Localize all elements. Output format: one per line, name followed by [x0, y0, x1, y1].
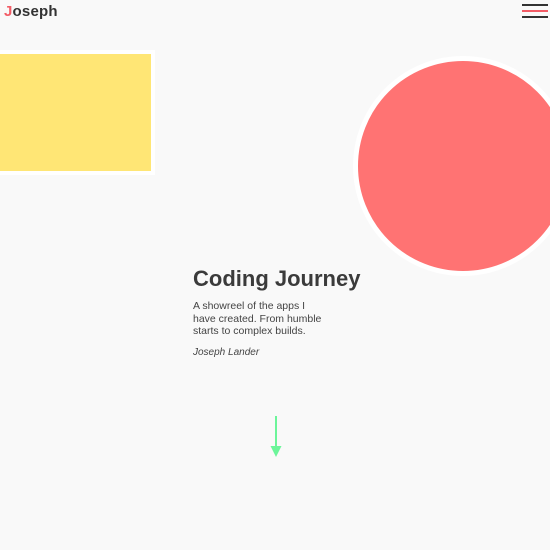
page: Joseph Coding Journey A showreel of the …: [0, 0, 550, 550]
menu-bar-bottom: [522, 16, 548, 18]
hero-title: Coding Journey: [193, 266, 361, 291]
hamburger-menu-icon[interactable]: [522, 4, 548, 18]
arrow-down-svg: [270, 416, 282, 457]
hero-description: A showreel of the apps I have created. F…: [193, 300, 322, 337]
decorative-yellow-rectangle: [0, 50, 155, 175]
decorative-red-circle: [353, 56, 550, 276]
hero-section: Coding Journey A showreel of the apps I …: [193, 264, 393, 359]
logo-text: oseph: [12, 3, 58, 20]
arrow-down-icon[interactable]: [269, 416, 283, 458]
logo-initial: J: [4, 3, 13, 20]
menu-bar-top: [522, 4, 548, 6]
menu-bar-middle: [522, 10, 548, 12]
hero-author: Joseph Lander: [193, 346, 260, 358]
site-logo[interactable]: Joseph: [4, 2, 58, 22]
